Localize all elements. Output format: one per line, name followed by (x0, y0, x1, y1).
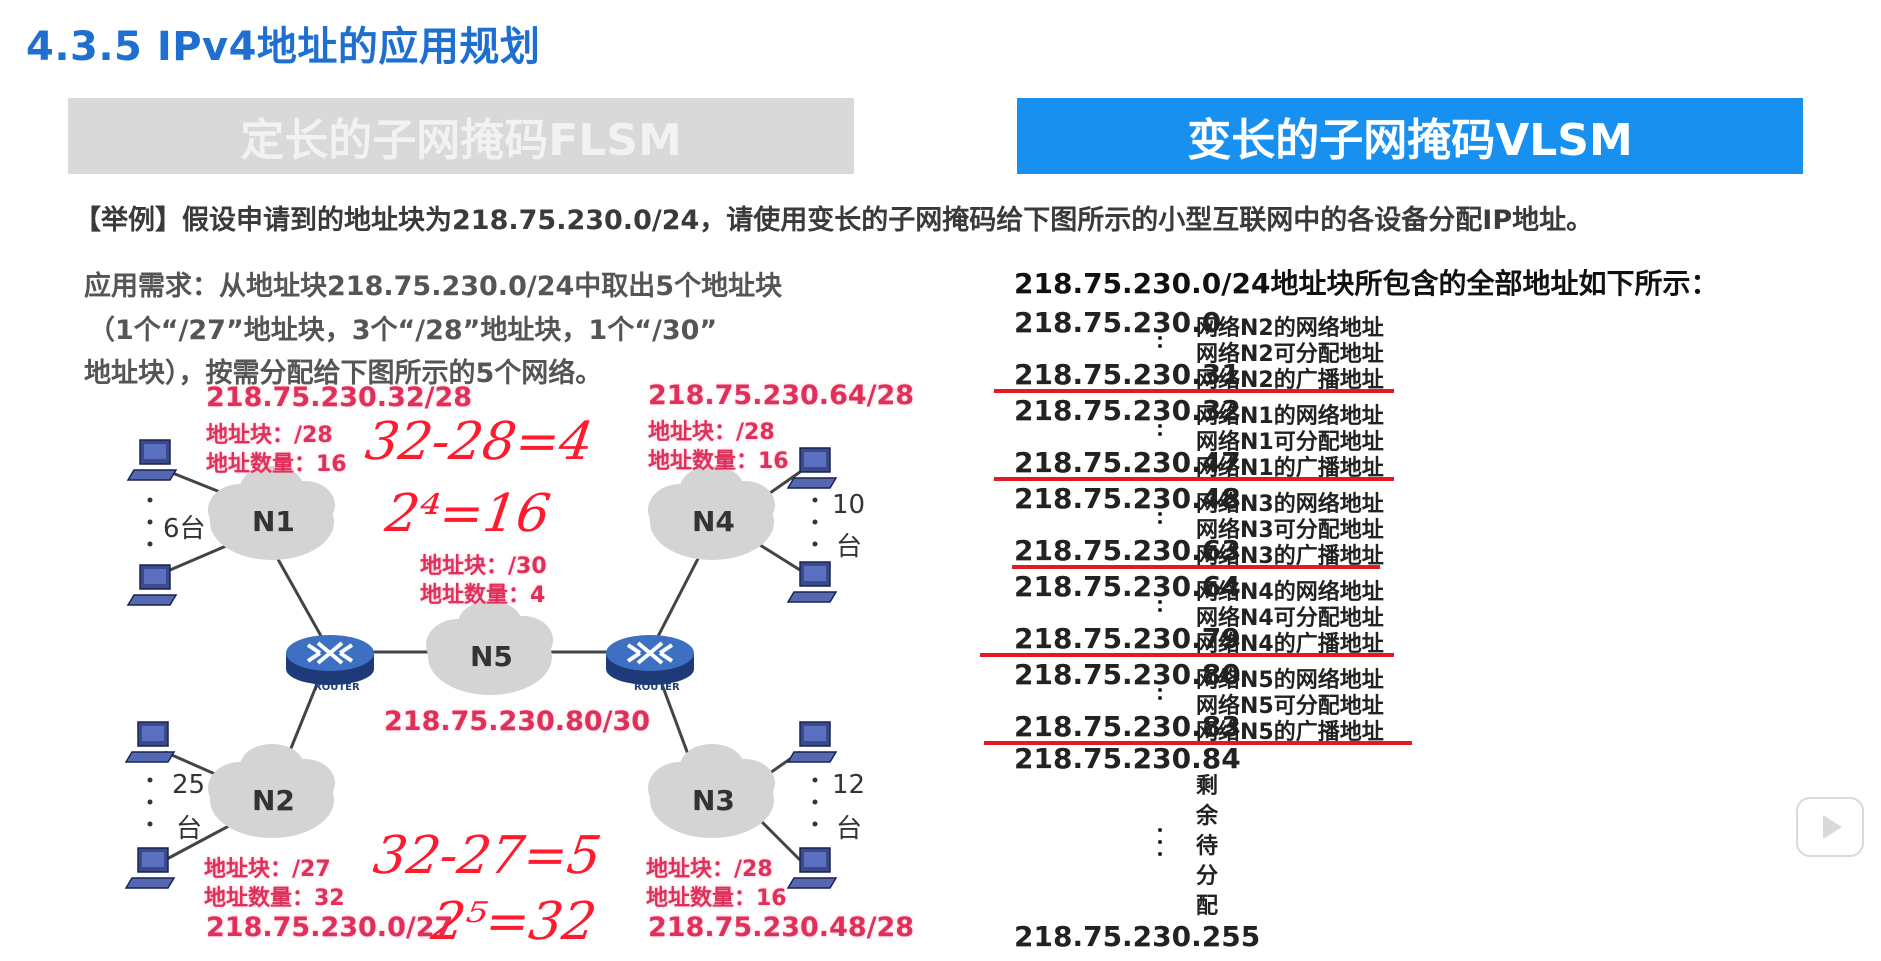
handwriting-note-2: 2⁴=16 (381, 484, 554, 544)
handwriting-note-1: 32-28=4 (361, 412, 597, 472)
underline-mark (1012, 565, 1380, 569)
pc-icon (787, 447, 837, 489)
address-list-heading: 218.75.230.0/24地址块所包含的全部地址如下所示： (1014, 267, 1719, 300)
tab-vlsm[interactable]: 变长的子网掩码VLSM (1017, 98, 1803, 174)
n1-host-count: 6台 (163, 514, 206, 544)
n3-count: 地址数量：16 (646, 886, 787, 911)
address-255: 218.75.230.255 (1014, 920, 1261, 953)
n4-count: 地址数量：16 (648, 449, 789, 474)
network-n5-label: N5 (470, 640, 513, 673)
handwriting-note-3: 32-27=5 (369, 826, 605, 886)
router-left-icon (284, 633, 376, 687)
remaining-char: 余 (1196, 804, 1219, 829)
n3-host-unit: 台 (836, 814, 863, 844)
n4-host-count: 10 (832, 490, 866, 520)
network-n4-label: N4 (692, 505, 735, 538)
pc-icon (127, 439, 177, 481)
n1-ip: 218.75.230.32/28 (206, 382, 473, 413)
remaining-char: 待 (1196, 834, 1219, 859)
n3-block: 地址块：/28 (646, 857, 773, 882)
n2-block: 地址块：/27 (204, 857, 331, 882)
n4-block: 地址块：/28 (648, 420, 775, 445)
pc-icon (127, 564, 177, 606)
n3-host-count: 12 (832, 770, 866, 800)
router-left-label: ROUTER (314, 682, 360, 693)
network-n1-label: N1 (252, 505, 295, 538)
router-right-label: ROUTER (634, 682, 680, 693)
remaining-char: 分 (1196, 864, 1219, 889)
n3-ip: 218.75.230.48/28 (648, 912, 915, 943)
n2-host-unit: 台 (176, 814, 203, 844)
n2-count: 地址数量：32 (204, 886, 345, 911)
address-row-addr: 218.75.230.0 (1014, 306, 1222, 339)
underline-mark (994, 389, 1394, 393)
n1-block: 地址块：/28 (206, 423, 333, 448)
n5-count: 地址数量：4 (420, 583, 546, 608)
handwriting-note-4: 2⁵=32 (427, 892, 600, 952)
play-glyph-icon (1823, 815, 1842, 839)
pc-icon (125, 721, 175, 763)
n5-ip: 218.75.230.80/30 (384, 706, 651, 737)
n1-count: 地址数量：16 (206, 452, 347, 477)
remaining-char: 配 (1196, 894, 1219, 919)
network-n2-label: N2 (252, 784, 295, 817)
remaining-char: 剩 (1196, 774, 1219, 799)
n4-ip: 218.75.230.64/28 (648, 380, 915, 411)
n4-host-unit: 台 (836, 532, 863, 562)
router-right-icon (604, 633, 696, 687)
underline-mark (980, 653, 1394, 657)
address-ellipsis (1158, 336, 1162, 856)
n2-ip: 218.75.230.0/27 (206, 912, 454, 943)
n5-block: 地址块：/30 (420, 554, 547, 579)
pc-icon (787, 721, 837, 763)
play-icon[interactable] (1796, 797, 1864, 857)
n2-host-count: 25 (172, 770, 206, 800)
underline-mark (994, 477, 1394, 481)
network-n3-label: N3 (692, 784, 735, 817)
pc-icon (125, 847, 175, 889)
underline-mark (984, 741, 1412, 745)
